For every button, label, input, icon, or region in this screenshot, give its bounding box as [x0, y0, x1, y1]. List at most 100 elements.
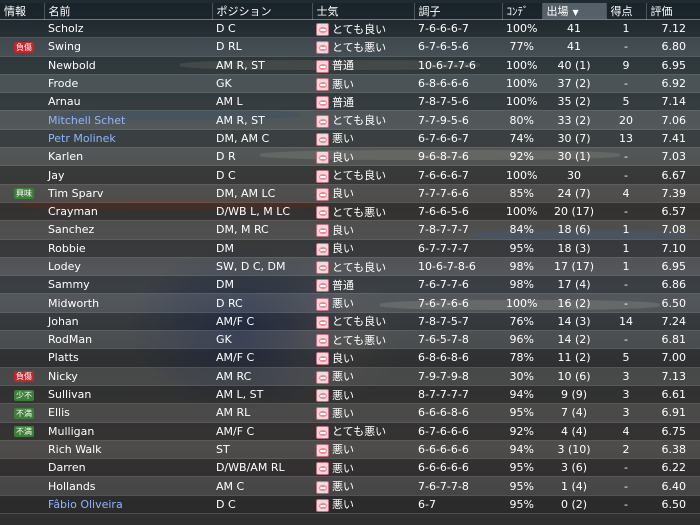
player-name[interactable]: Platts: [44, 348, 212, 368]
table-row[interactable]: 負傷 Swing D RL とても悪い 6-7-6-5-6 77% 41-6.80: [0, 37, 700, 57]
player-info-cell: [0, 92, 44, 112]
status-badge[interactable]: 興味: [14, 188, 34, 200]
player-name[interactable]: Arnau: [44, 92, 212, 112]
player-rating: 6.22: [646, 458, 700, 478]
status-badge[interactable]: 不満: [14, 407, 34, 419]
player-name[interactable]: Petr Molinek: [44, 129, 212, 149]
player-name[interactable]: Sullivan: [44, 385, 212, 405]
column-header-info[interactable]: 情報: [0, 3, 45, 20]
player-info-cell: 興味: [0, 184, 44, 203]
morale-face-icon: [316, 169, 329, 183]
table-row[interactable]: Darren D/WB/AM RL 悪い 6-6-6-6-6 95% 3 (6) -6.22: [0, 458, 700, 478]
table-row[interactable]: 興味 Tim Sparv DM, AM LC 良い 7-7-7-6-6 85% 24 (7)…: [0, 184, 700, 203]
column-header-condition[interactable]: ｺﾝﾃﾞ: [502, 3, 543, 20]
player-morale-label: 良い: [332, 150, 354, 164]
morale-face-icon: [316, 23, 329, 37]
table-row[interactable]: 不満 Mulligan AM/F C とても悪い 6-7-6-6-6 92% 4 (4) 4 6…: [0, 422, 700, 441]
player-morale-label: 悪い: [332, 77, 354, 91]
player-name[interactable]: RodMan: [44, 330, 212, 350]
player-goals: 3: [606, 367, 646, 386]
player-goals: -: [606, 495, 646, 515]
table-row[interactable]: Sammy DM 普通 7-6-7-7-6 98% 17 (4) -6.86: [0, 275, 700, 295]
player-name[interactable]: Rich Walk: [44, 440, 212, 460]
player-name[interactable]: Robbie: [44, 239, 212, 258]
player-morale-label: 良い: [332, 242, 354, 256]
table-row[interactable]: 不満 Ellis AM RL 悪い 6-6-6-8-6 95% 7 (4) 3 6.91: [0, 403, 700, 423]
column-header-morale[interactable]: 士気: [312, 3, 415, 20]
player-info-cell: [0, 476, 44, 496]
table-row[interactable]: Petr Molinek DM, AM C 悪い 6-7-6-6-7 74% 30 (7)…: [0, 129, 700, 149]
player-name[interactable]: Jay: [44, 165, 212, 185]
table-row[interactable]: RodMan GK とても悪い 7-6-5-7-8 96% 14 (2) -6.81: [0, 330, 700, 350]
morale-face-icon: [316, 279, 329, 293]
column-header-form[interactable]: 調子: [414, 3, 503, 20]
column-header-name[interactable]: 名前: [44, 3, 213, 20]
player-morale: 悪い: [312, 293, 414, 313]
player-morale: 悪い: [312, 476, 414, 496]
status-badge[interactable]: 負傷: [14, 371, 34, 383]
player-goals: 1: [606, 19, 646, 39]
player-name[interactable]: Newbold: [44, 56, 212, 75]
player-name[interactable]: Crayman: [44, 202, 212, 222]
table-row[interactable]: Crayman D/WB L, M LC とても悪い 7-6-6-5-6 100% 20 …: [0, 202, 700, 222]
player-position: DM, AM LC: [212, 184, 312, 203]
player-name[interactable]: Fâbio Oliveira: [44, 495, 212, 515]
morale-face-icon: [316, 96, 329, 110]
player-name[interactable]: Swing: [44, 37, 212, 57]
player-name[interactable]: Karlen: [44, 147, 212, 167]
player-name[interactable]: Mitchell Schet: [44, 110, 212, 130]
player-name[interactable]: Frode: [44, 74, 212, 94]
status-badge[interactable]: 少不: [14, 389, 34, 401]
table-row[interactable]: Hollands AM C 悪い 7-6-7-7-8 95% 1 (4) -6.40: [0, 476, 700, 496]
table-row[interactable]: Midworth D RC 悪い 7-6-7-6-6 100% 16 (2) -6.50: [0, 293, 700, 313]
table-row[interactable]: Sanchez DM, M RC 良い 7-8-7-7-7 84% 18 (6) 1 7.08: [0, 220, 700, 240]
table-row[interactable]: Scholz D C とても良い 7-6-6-6-7 100% 41 1 7.12: [0, 19, 700, 39]
player-name[interactable]: Scholz: [44, 19, 212, 39]
player-morale: 良い: [312, 239, 414, 258]
player-name[interactable]: Johan: [44, 312, 212, 332]
table-row[interactable]: Karlen D R 良い 9-6-8-7-6 92% 30 (1) -7.03: [0, 147, 700, 167]
table-row[interactable]: Lodey SW, D C, DM とても良い 10-6-7-8-6 98% 17 (17…: [0, 257, 700, 277]
table-row[interactable]: Platts AM/F C 良い 6-8-6-8-6 78% 11 (2) 5 7.00: [0, 348, 700, 368]
table-row[interactable]: Rich Walk ST 悪い 6-6-6-6-6 94% 3 (10) 2 6.38: [0, 440, 700, 460]
player-position: AM C: [212, 476, 312, 496]
player-name[interactable]: Ellis: [44, 403, 212, 423]
player-apps: 1 (4): [542, 476, 606, 496]
table-row[interactable]: Arnau AM L 普通 7-8-7-5-6 100% 35 (2) 5 7.14: [0, 92, 700, 112]
player-name[interactable]: Midworth: [44, 293, 212, 313]
player-name[interactable]: Tim Sparv: [44, 184, 212, 203]
status-badge[interactable]: 負傷: [14, 41, 34, 53]
column-header-goals[interactable]: 得点: [606, 3, 647, 20]
table-row[interactable]: Mitchell Schet AM R, ST とても良い 7-7-9-5-6 80% 3…: [0, 110, 700, 130]
table-row[interactable]: 負傷 Nicky AM RC 悪い 7-9-7-9-8 30% 10 (6) 3 7.13: [0, 367, 700, 386]
player-name[interactable]: Darren: [44, 458, 212, 478]
player-name[interactable]: Nicky: [44, 367, 212, 386]
player-morale: 悪い: [312, 440, 414, 460]
player-apps: 18 (6): [542, 220, 606, 240]
status-badge[interactable]: 不満: [14, 426, 34, 438]
column-header-apps[interactable]: 出場 ▼: [542, 3, 607, 20]
player-name[interactable]: Mulligan: [44, 422, 212, 441]
player-name[interactable]: Sanchez: [44, 220, 212, 240]
table-row[interactable]: Fâbio Oliveira D C 悪い 6-7 95% 0 (2) -6.50: [0, 495, 700, 515]
player-name[interactable]: Sammy: [44, 275, 212, 295]
column-header-rating[interactable]: 評価: [646, 3, 700, 20]
player-name[interactable]: Hollands: [44, 476, 212, 496]
table-row[interactable]: Jay D C とても良い 7-6-6-6-7 100% 30-6.67: [0, 165, 700, 185]
player-morale-label: 悪い: [332, 498, 354, 512]
player-form: 7-6-6-5-6: [414, 202, 502, 222]
table-row[interactable]: Johan AM/F C とても良い 7-8-7-5-7 76% 14 (3) 14 7.24: [0, 312, 700, 332]
table-row[interactable]: Newbold AM R, ST 普通 10-6-7-7-6 100% 40 (1) 9 6.…: [0, 56, 700, 75]
morale-face-icon: [316, 41, 329, 55]
player-morale-label: 良い: [332, 187, 354, 201]
player-goals: 5: [606, 348, 646, 368]
column-header-position[interactable]: ポジション: [212, 3, 313, 20]
player-rating: 7.13: [646, 367, 700, 386]
table-row[interactable]: Robbie DM 良い 6-7-7-7-7 95% 18 (3) 1 7.10: [0, 239, 700, 258]
player-name[interactable]: Lodey: [44, 257, 212, 277]
player-morale: 悪い: [312, 403, 414, 423]
player-goals: -: [606, 275, 646, 295]
squad-table: 情報 名前 ポジション 士気 調子 ｺﾝﾃﾞ 出場 ▼ 得点 評価 Scholz D…: [0, 3, 700, 515]
table-row[interactable]: Frode GK 悪い 6-8-6-6-6 100% 37 (2) -6.92: [0, 74, 700, 94]
table-row[interactable]: 少不 Sullivan AM L, ST 悪い 8-7-7-7-7 94% 9 (9) 3 6.…: [0, 385, 700, 405]
